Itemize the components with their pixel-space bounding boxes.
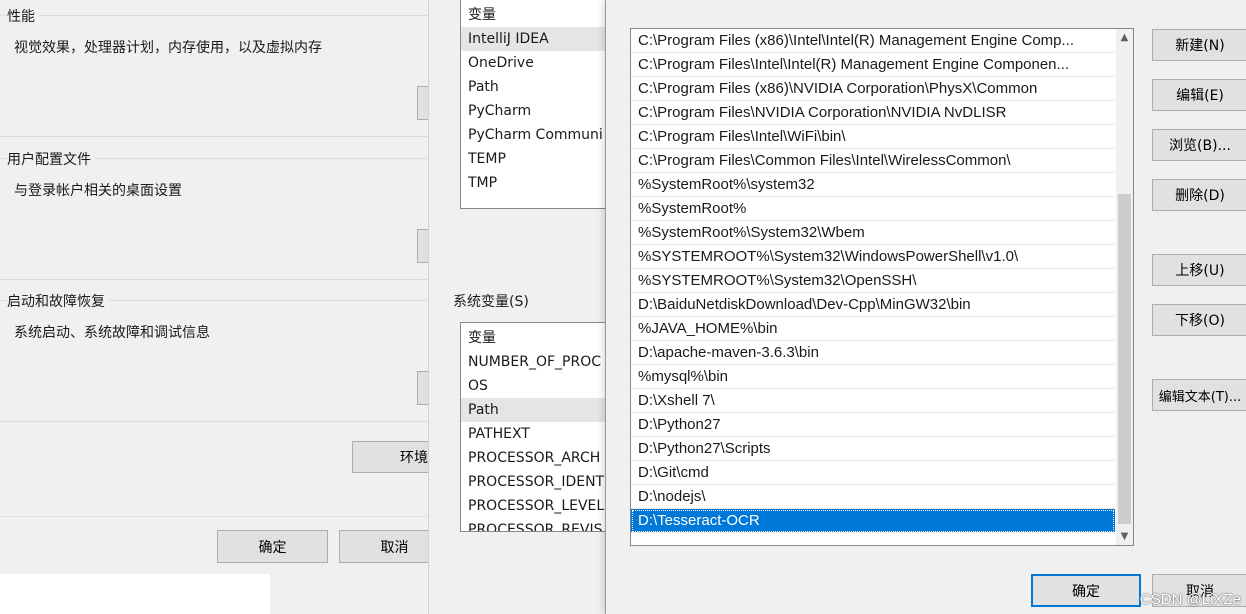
ok-button[interactable]: 确定 — [217, 530, 328, 563]
browse-button[interactable]: 浏览(B)... — [1152, 129, 1246, 161]
move-up-button[interactable]: 上移(U) — [1152, 254, 1246, 286]
edit-text-button[interactable]: 编辑文本(T)... — [1152, 379, 1246, 411]
scroll-down-arrow-icon[interactable]: ▼ — [1116, 528, 1133, 545]
user-variables-list[interactable]: 变量 IntelliJ IDEA OneDrive Path PyCharm PyCha… — [460, 0, 622, 209]
group-title: 用户配置文件 — [7, 149, 95, 169]
path-entry[interactable]: %SYSTEMROOT%\System32\OpenSSH\ — [631, 269, 1115, 293]
new-button[interactable]: 新建(N) — [1152, 29, 1246, 61]
environment-variables-window: 变量 IntelliJ IDEA OneDrive Path PyCharm PyCha… — [428, 0, 622, 614]
scroll-up-arrow-icon[interactable]: ▲ — [1116, 29, 1133, 46]
edit-button[interactable]: 编辑(E) — [1152, 79, 1246, 111]
list-header[interactable]: 变量 — [461, 326, 621, 350]
variable-row[interactable]: PATHEXT — [461, 422, 621, 446]
list-header[interactable]: 变量 — [461, 3, 621, 27]
divider — [0, 421, 428, 422]
path-entry[interactable]: C:\Program Files (x86)\Intel\Intel(R) Ma… — [631, 29, 1115, 53]
system-properties-window: 性能 视觉效果，处理器计划，内存使用，以及虚拟内存 用户配置文件 与登录帐户相关… — [0, 0, 450, 614]
path-entry[interactable]: C:\Program Files (x86)\NVIDIA Corporatio… — [631, 77, 1115, 101]
variable-row[interactable]: OS — [461, 374, 621, 398]
path-entry[interactable]: C:\Program Files\Intel\Intel(R) Manageme… — [631, 53, 1115, 77]
dialog-button-bar: 确定 取消 — [0, 516, 450, 575]
path-entry[interactable]: D:\Python27\Scripts — [631, 437, 1115, 461]
button-label: 环境 — [400, 450, 428, 466]
performance-group: 性能 视觉效果，处理器计划，内存使用，以及虚拟内存 — [0, 6, 439, 136]
group-description: 系统启动、系统故障和调试信息 — [14, 325, 210, 341]
path-entry[interactable]: %SYSTEMROOT%\System32\WindowsPowerShell\… — [631, 245, 1115, 269]
divider — [0, 136, 428, 137]
path-list[interactable]: C:\Program Files (x86)\Intel\Intel(R) Ma… — [630, 28, 1134, 546]
button-label: 编辑文本(T)... — [1158, 389, 1242, 405]
variable-row[interactable]: Path — [461, 398, 621, 422]
path-entry[interactable]: %SystemRoot%\System32\Wbem — [631, 221, 1115, 245]
path-rows: C:\Program Files (x86)\Intel\Intel(R) Ma… — [631, 29, 1115, 533]
path-entry[interactable]: C:\Program Files\NVIDIA Corporation\NVID… — [631, 101, 1115, 125]
button-label: 下移(O) — [1175, 313, 1225, 329]
button-label: 浏览(B)... — [1169, 138, 1231, 154]
button-label: 新建(N) — [1175, 38, 1225, 54]
button-label: 确定 — [1072, 583, 1100, 600]
variable-row[interactable]: PyCharm — [461, 99, 621, 123]
ok-button[interactable]: 确定 — [1031, 574, 1141, 607]
variable-row[interactable]: NUMBER_OF_PROC — [461, 350, 621, 374]
variable-row[interactable]: PROCESSOR_REVIS — [461, 518, 621, 531]
path-entry[interactable]: %mysql%\bin — [631, 365, 1115, 389]
variable-row[interactable]: PROCESSOR_IDENT — [461, 470, 621, 494]
group-border — [0, 15, 428, 16]
variable-row[interactable]: PROCESSOR_ARCH — [461, 446, 621, 470]
divider — [0, 279, 428, 280]
delete-button[interactable]: 删除(D) — [1152, 179, 1246, 211]
variable-row[interactable]: OneDrive — [461, 51, 621, 75]
startup-recovery-group: 启动和故障恢复 系统启动、系统故障和调试信息 — [0, 291, 439, 421]
path-entry[interactable]: D:\Xshell 7\ — [631, 389, 1115, 413]
vertical-scrollbar[interactable]: ▲ ▼ — [1116, 29, 1133, 545]
system-variables-label: 系统变量(S) — [453, 294, 529, 310]
group-title: 启动和故障恢复 — [7, 291, 109, 311]
group-description: 视觉效果，处理器计划，内存使用，以及虚拟内存 — [14, 40, 322, 56]
system-variables-list[interactable]: 变量 NUMBER_OF_PROC OS Path PATHEXT PROCESSOR_… — [460, 322, 622, 532]
variable-row[interactable]: Path — [461, 75, 621, 99]
path-entry[interactable]: D:\apache-maven-3.6.3\bin — [631, 341, 1115, 365]
path-entry[interactable]: D:\Git\cmd — [631, 461, 1115, 485]
path-entry[interactable]: D:\BaiduNetdiskDownload\Dev-Cpp\MinGW32\… — [631, 293, 1115, 317]
variable-row[interactable]: TMP — [461, 171, 621, 195]
path-entry[interactable]: D:\Tesseract-OCR — [631, 509, 1115, 533]
group-description: 与登录帐户相关的桌面设置 — [14, 183, 182, 199]
desktop-background — [0, 574, 270, 614]
button-label: 取消 — [380, 539, 409, 556]
path-entry[interactable]: %JAVA_HOME%\bin — [631, 317, 1115, 341]
button-label: 上移(U) — [1175, 263, 1225, 279]
variable-row[interactable]: PyCharm Communi — [461, 123, 621, 147]
path-entry[interactable]: C:\Program Files\Intel\WiFi\bin\ — [631, 125, 1115, 149]
path-entry[interactable]: D:\nodejs\ — [631, 485, 1115, 509]
watermark: CSDN @LiXZe — [1139, 591, 1241, 608]
group-title: 性能 — [7, 6, 39, 26]
path-entry[interactable]: %SystemRoot% — [631, 197, 1115, 221]
edit-environment-variable-dialog: C:\Program Files (x86)\Intel\Intel(R) Ma… — [605, 0, 1246, 614]
path-entry[interactable]: D:\Python27 — [631, 413, 1115, 437]
move-down-button[interactable]: 下移(O) — [1152, 304, 1246, 336]
button-label: 删除(D) — [1175, 188, 1225, 204]
path-entry[interactable]: C:\Program Files\Common Files\Intel\Wire… — [631, 149, 1115, 173]
variable-row[interactable]: PROCESSOR_LEVEL — [461, 494, 621, 518]
button-label: 编辑(E) — [1176, 88, 1224, 104]
variable-row[interactable]: IntelliJ IDEA — [461, 27, 621, 51]
button-label: 确定 — [258, 539, 287, 556]
user-profile-group: 用户配置文件 与登录帐户相关的桌面设置 — [0, 149, 439, 279]
path-entry[interactable]: %SystemRoot%\system32 — [631, 173, 1115, 197]
scrollbar-thumb[interactable] — [1118, 194, 1131, 524]
variable-row[interactable]: TEMP — [461, 147, 621, 171]
